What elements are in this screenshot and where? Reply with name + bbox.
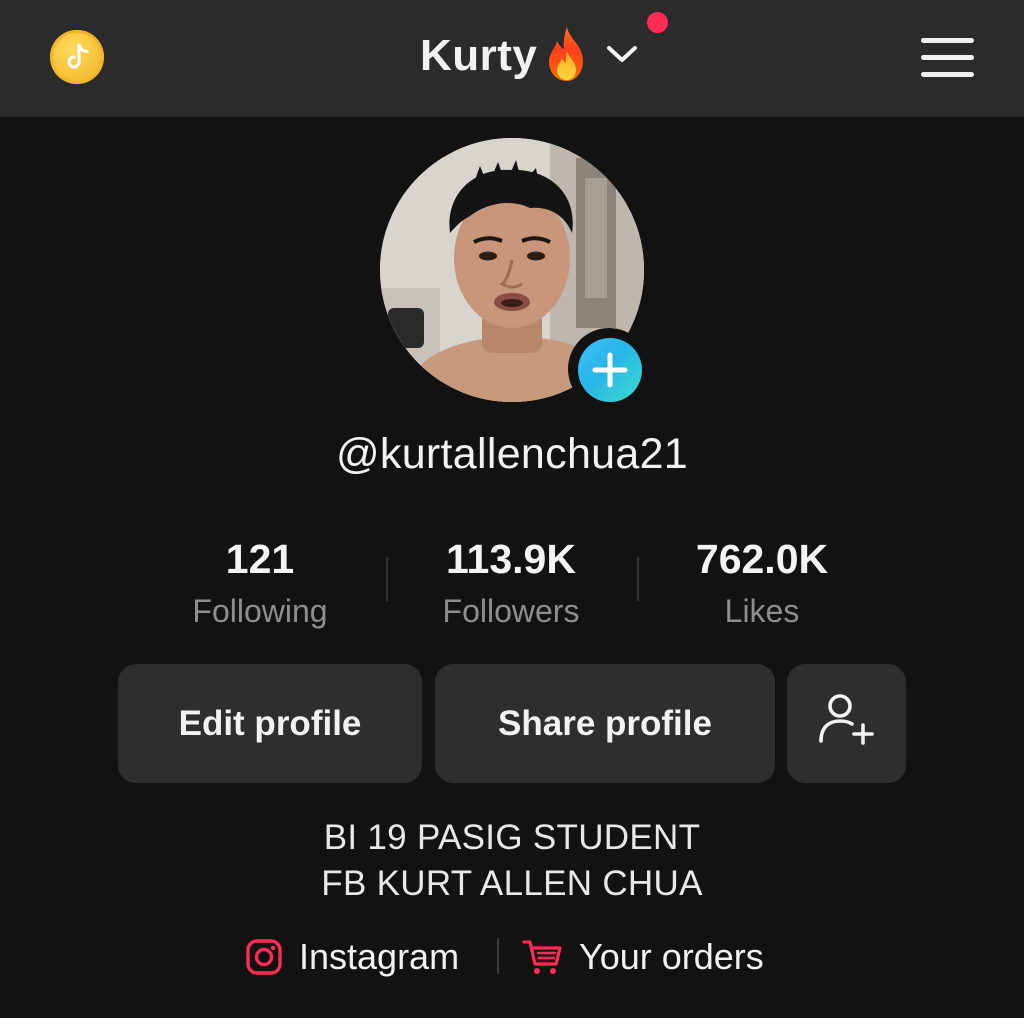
following-count: 121 <box>225 536 295 582</box>
instagram-icon <box>245 938 283 976</box>
stat-divider <box>637 557 639 601</box>
tiktok-coin-icon[interactable] <box>50 30 104 84</box>
edit-profile-button[interactable]: Edit profile <box>118 664 422 783</box>
stat-likes[interactable]: 762.0K Likes <box>642 532 882 636</box>
hamburger-menu-icon[interactable] <box>921 38 975 78</box>
likes-label: Likes <box>724 593 800 629</box>
account-switcher[interactable]: Kurty <box>420 26 639 86</box>
bio-line-1: BI 19 PASIG STUDENT <box>323 818 701 857</box>
share-profile-label: Share profile <box>498 703 712 743</box>
edit-profile-label: Edit profile <box>178 703 362 743</box>
chevron-down-icon[interactable] <box>605 42 639 71</box>
plus-icon <box>578 338 642 402</box>
username-handle: @kurtallenchua21 <box>335 430 689 478</box>
bio-line-2: FB KURT ALLEN CHUA <box>321 864 703 903</box>
add-user-icon <box>817 691 877 756</box>
likes-count: 762.0K <box>695 536 829 582</box>
stat-following[interactable]: 121 Following <box>140 532 380 636</box>
followers-count: 113.9K <box>446 536 576 582</box>
add-photo-button[interactable] <box>568 328 650 410</box>
stat-followers[interactable]: 113.9K Followers <box>391 532 631 636</box>
add-friends-button[interactable] <box>787 664 906 783</box>
your-orders-link[interactable]: Your orders <box>521 930 764 984</box>
cart-icon <box>521 937 563 977</box>
your-orders-label: Your orders <box>579 936 764 977</box>
instagram-link[interactable]: Instagram <box>245 930 459 984</box>
fire-emoji <box>543 25 591 88</box>
notification-dot <box>647 12 668 33</box>
top-bar: Kurty <box>0 0 1024 117</box>
account-title: Kurty <box>420 31 538 80</box>
following-label: Following <box>192 593 328 629</box>
stat-divider <box>386 557 388 601</box>
share-profile-button[interactable]: Share profile <box>435 664 775 783</box>
followers-label: Followers <box>442 593 580 629</box>
link-divider <box>497 938 499 974</box>
instagram-label: Instagram <box>299 936 460 977</box>
